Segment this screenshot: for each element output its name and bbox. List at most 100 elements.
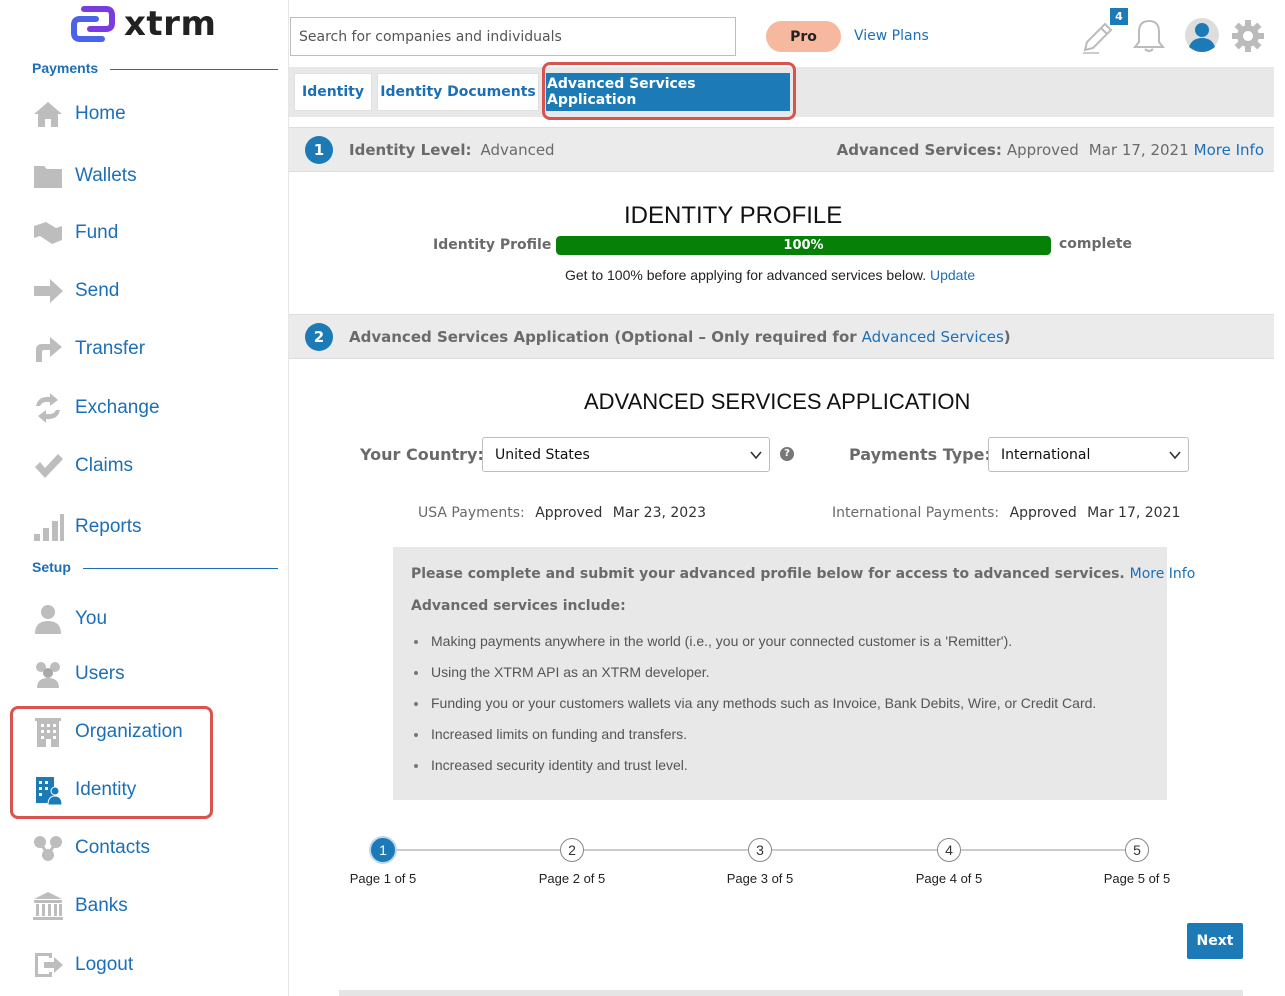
chevron-down-icon — [749, 448, 763, 466]
chevron-down-icon — [1168, 448, 1182, 466]
sidebar-item-you[interactable]: You — [30, 601, 107, 637]
info-more-info-link[interactable]: More Info — [1130, 566, 1196, 582]
view-plans-link[interactable]: View Plans — [854, 28, 929, 44]
edit-icon[interactable] — [1081, 20, 1115, 59]
tab-identity[interactable]: Identity — [294, 73, 372, 111]
stepper-step-4[interactable]: 4 — [937, 838, 961, 862]
contacts-icon — [30, 831, 66, 865]
country-label: Your Country: — [360, 445, 484, 464]
info-main-text: Please complete and submit your advanced… — [411, 566, 1125, 582]
logo[interactable]: xtrm — [70, 2, 216, 46]
arrow-right-icon — [30, 274, 66, 308]
stepper-step-1[interactable]: 1 — [371, 838, 395, 862]
progress-label: Identity Profile — [433, 237, 552, 253]
stepper-step-3[interactable]: 3 — [748, 838, 772, 862]
sidebar-item-label: Transfer — [75, 338, 146, 359]
highlight-box-tab — [542, 62, 796, 120]
list-item: Increased security identity and trust le… — [414, 757, 1096, 788]
progress-fill: 100% — [556, 236, 1051, 255]
sidebar-item-banks[interactable]: Banks — [30, 888, 128, 924]
help-icon[interactable]: ? — [780, 447, 794, 461]
sidebar-item-exchange[interactable]: Exchange — [30, 390, 160, 426]
advanced-services-link[interactable]: Advanced Services — [862, 328, 1004, 346]
avatar-icon[interactable] — [1184, 17, 1220, 58]
stepper-label-2: Page 2 of 5 — [538, 871, 606, 886]
transfer-icon — [30, 332, 66, 366]
identity-level-label: Identity Level: — [349, 140, 472, 159]
bell-icon[interactable] — [1132, 18, 1166, 59]
list-item-text: Using the XTRM API as an XTRM developer. — [431, 664, 710, 680]
usa-payments-status: USA Payments: Approved Mar 23, 2023 — [418, 505, 706, 521]
sidebar-item-reports[interactable]: Reports — [30, 509, 142, 545]
sidebar-item-label: Send — [75, 280, 120, 301]
next-button[interactable]: Next — [1187, 923, 1243, 959]
sidebar-item-users[interactable]: Users — [30, 656, 125, 692]
stepper-step-2[interactable]: 2 — [560, 838, 584, 862]
sidebar-item-contacts[interactable]: Contacts — [30, 830, 150, 866]
section2-text: Advanced Services Application (Optional … — [349, 327, 857, 346]
list-item: Making payments anywhere in the world (i… — [414, 633, 1096, 664]
users-icon — [30, 657, 66, 691]
usa-payments-value: Approved — [535, 505, 603, 521]
identity-level-bar: 1 Identity Level: Advanced Advanced Serv… — [289, 127, 1274, 172]
update-link[interactable]: Update — [930, 267, 975, 283]
app-name: xtrm — [124, 4, 217, 44]
list-item-text: Funding you or your customers wallets vi… — [431, 695, 1097, 711]
usa-payments-date: Mar 23, 2023 — [612, 505, 707, 521]
sidebar-item-wallets[interactable]: Wallets — [30, 158, 137, 194]
country-value: United States — [495, 446, 590, 463]
usa-payments-label: USA Payments: — [418, 505, 525, 521]
progress-note: Get to 100% before applying for advanced… — [565, 267, 975, 283]
sidebar-item-label: You — [75, 608, 108, 629]
stepper-step-5[interactable]: 5 — [1125, 838, 1149, 862]
international-payments-date: Mar 17, 2021 — [1087, 505, 1181, 521]
user-icon — [30, 602, 66, 636]
payments-type-label: Payments Type: — [849, 445, 991, 464]
sidebar-item-label: Banks — [75, 895, 128, 916]
section-setup: Setup — [32, 559, 278, 575]
folder-icon — [30, 159, 66, 193]
list-item: Increased limits on funding and transfer… — [414, 726, 1096, 757]
gear-icon[interactable] — [1231, 19, 1265, 58]
logout-icon — [30, 948, 66, 982]
section-setup-label: Setup — [32, 559, 71, 575]
fund-icon — [30, 216, 66, 250]
international-payments-status: International Payments: Approved Mar 17,… — [832, 505, 1180, 521]
pro-button[interactable]: Pro — [766, 21, 841, 52]
payments-type-value: International — [1001, 446, 1091, 463]
sidebar-item-claims[interactable]: Claims — [30, 448, 133, 484]
check-icon — [30, 449, 66, 483]
tab-identity-documents[interactable]: Identity Documents — [377, 73, 539, 111]
country-select[interactable]: United States — [482, 437, 770, 472]
more-info-link[interactable]: More Info — [1194, 141, 1264, 159]
sidebar-item-label: Exchange — [75, 397, 160, 418]
sidebar-item-send[interactable]: Send — [30, 273, 119, 309]
advanced-services-bar: 2 Advanced Services Application (Optiona… — [289, 314, 1274, 359]
bank-icon — [30, 889, 66, 923]
sidebar-item-label: Claims — [75, 455, 134, 476]
progress-status: complete — [1059, 236, 1133, 252]
sidebar-item-logout[interactable]: Logout — [30, 947, 133, 983]
sidebar-item-fund[interactable]: Fund — [30, 215, 118, 251]
progress-note-text: Get to 100% before applying for advanced… — [565, 267, 927, 283]
exchange-icon — [30, 391, 66, 425]
info-main: Please complete and submit your advanced… — [411, 566, 1195, 582]
payments-type-select[interactable]: International — [988, 437, 1189, 472]
sidebar-item-transfer[interactable]: Transfer — [30, 331, 145, 367]
notification-badge: 4 — [1110, 8, 1128, 25]
identity-level-value: Advanced — [480, 140, 555, 159]
step-number-2: 2 — [305, 322, 333, 351]
list-item-text: Making payments anywhere in the world (i… — [431, 633, 1013, 649]
sidebar-item-label: Wallets — [75, 165, 137, 186]
advanced-services-date: Mar 17, 2021 — [1088, 140, 1189, 159]
sidebar-item-label: Logout — [75, 954, 134, 975]
list-item-text: Increased limits on funding and transfer… — [431, 726, 688, 742]
sidebar-item-home[interactable]: Home — [30, 96, 126, 132]
home-icon — [30, 97, 66, 131]
xtrm-logo-icon — [71, 6, 115, 42]
stepper-label-3: Page 3 of 5 — [726, 871, 794, 886]
search-input[interactable] — [290, 17, 736, 56]
identity-profile-title: IDENTITY PROFILE — [624, 202, 843, 229]
sidebar: xtrm Payments Setup Home Wallets Fund Se… — [0, 0, 289, 996]
international-payments-label: International Payments: — [832, 505, 1000, 521]
